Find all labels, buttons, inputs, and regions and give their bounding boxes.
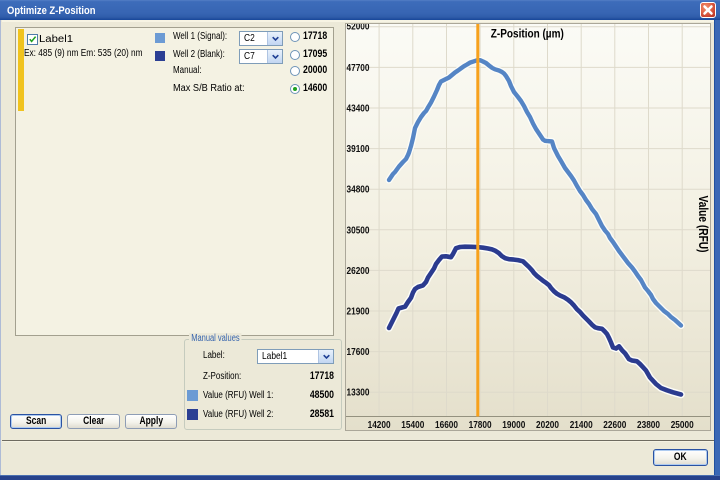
svg-text:23800: 23800	[637, 419, 660, 431]
svg-text:34800: 34800	[347, 184, 370, 196]
svg-text:17600: 17600	[347, 346, 370, 358]
svg-text:16600: 16600	[435, 419, 458, 431]
svg-text:52000: 52000	[347, 23, 370, 33]
svg-text:22600: 22600	[603, 419, 626, 431]
svg-text:43400: 43400	[347, 103, 370, 115]
svg-text:13300: 13300	[347, 387, 370, 399]
svg-text:17800: 17800	[469, 419, 492, 431]
svg-text:15400: 15400	[401, 419, 424, 431]
svg-text:25000: 25000	[671, 419, 694, 431]
svg-text:Z-Position (µm): Z-Position (µm)	[491, 27, 564, 41]
svg-text:19000: 19000	[502, 419, 525, 431]
svg-text:14200: 14200	[368, 419, 391, 431]
svg-text:47700: 47700	[347, 62, 370, 74]
svg-text:39100: 39100	[347, 143, 370, 155]
svg-text:Value (RFU): Value (RFU)	[696, 196, 710, 253]
svg-text:20200: 20200	[536, 419, 559, 431]
svg-text:21900: 21900	[347, 306, 370, 318]
svg-text:21400: 21400	[570, 419, 593, 431]
svg-text:26200: 26200	[347, 265, 370, 277]
svg-text:30500: 30500	[347, 224, 370, 236]
